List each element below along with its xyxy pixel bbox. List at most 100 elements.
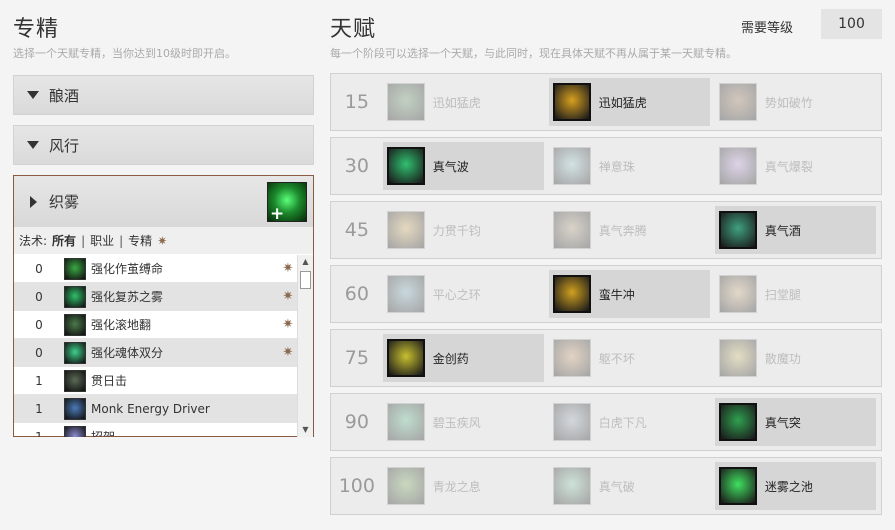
talent-icon — [718, 467, 757, 505]
talent-tier-row: 100 青龙之息 真气破 迷雾之池 — [330, 457, 882, 515]
talent-option[interactable]: 躯不坏 — [549, 334, 710, 382]
spell-level: 1 — [35, 373, 43, 388]
spec-item-label: 酿酒 — [49, 86, 80, 105]
talent-name: 真气爆裂 — [764, 159, 813, 174]
talent-option[interactable]: 金创药 — [382, 334, 544, 382]
talent-icon — [718, 275, 757, 313]
talent-tier-row: 45 力贯千钧 真气奔腾 真气酒 — [330, 201, 882, 259]
talent-icon — [386, 339, 425, 377]
talent-option[interactable]: 真气爆裂 — [715, 142, 876, 190]
talent-option[interactable]: 迷雾之池 — [714, 462, 876, 510]
talent-option[interactable]: 平心之环 — [383, 270, 544, 318]
spec-header-mistweaver[interactable]: 织雾 — [14, 176, 313, 227]
talent-icon — [718, 403, 757, 441]
spell-icon — [64, 257, 86, 280]
list-item[interactable]: 0 强化复苏之雾 ✷ — [14, 283, 297, 311]
talent-name: 禅意珠 — [598, 159, 635, 174]
talent-tier-row: 60 平心之环 蛮牛冲 扫堂腿 — [330, 265, 882, 323]
list-item[interactable]: 1 招架 — [14, 423, 297, 437]
talent-option[interactable]: 青龙之息 — [383, 462, 544, 510]
required-level-label: 需要等级 — [741, 21, 794, 36]
spell-icon — [64, 369, 86, 392]
list-item[interactable]: 0 强化滚地翻 ✷ — [14, 311, 297, 339]
spell-name: 贯日击 — [91, 374, 128, 388]
talent-icon — [552, 467, 591, 505]
talent-icon — [718, 211, 757, 249]
spec-item-mistweaver: 织雾 法术: 所有 | 职业 | 专精 ✷ 0 强化作茧缚命 ✷ 0 强化复苏之… — [13, 175, 314, 437]
spell-list-scrollbar[interactable]: ▲ ▼ — [297, 255, 313, 437]
talent-icon — [386, 275, 425, 313]
filter-class[interactable]: 职业 — [90, 232, 114, 249]
spell-name: Monk Energy Driver — [91, 401, 210, 416]
list-item[interactable]: 1 Monk Energy Driver — [14, 395, 297, 423]
talent-option[interactable]: 迅如猛虎 — [383, 78, 544, 126]
list-item[interactable]: 0 强化魂体双分 ✷ — [14, 339, 297, 367]
tier-level: 60 — [344, 283, 369, 305]
talent-name: 碧玉疾风 — [432, 415, 481, 430]
spec-star-icon: ✷ — [282, 317, 294, 332]
talent-option[interactable]: 迅如猛虎 — [548, 78, 710, 126]
tier-level: 100 — [338, 475, 375, 497]
talent-option[interactable]: 碧玉疾风 — [383, 398, 544, 446]
spell-name: 招架 — [91, 430, 116, 437]
spell-name: 强化魂体双分 — [91, 346, 164, 360]
talent-option[interactable]: 禅意珠 — [549, 142, 710, 190]
spell-icon — [64, 341, 86, 364]
spell-level: 0 — [35, 345, 43, 360]
spell-level: 0 — [35, 317, 43, 332]
talent-option[interactable]: 真气破 — [549, 462, 710, 510]
scroll-up-icon[interactable]: ▲ — [298, 255, 313, 269]
scroll-down-icon[interactable]: ▼ — [298, 423, 313, 437]
spell-name: 强化滚地翻 — [91, 318, 152, 332]
talent-icon — [386, 211, 425, 249]
spec-item-label: 风行 — [49, 136, 80, 155]
spec-title: 专精 — [13, 17, 60, 42]
talent-name: 迅如猛虎 — [432, 95, 481, 110]
spell-icon — [64, 425, 86, 437]
talent-icon — [718, 339, 757, 377]
list-item[interactable]: 0 强化作茧缚命 ✷ — [14, 255, 297, 283]
talent-name: 迷雾之池 — [764, 479, 813, 494]
talent-option[interactable]: 力贯千钧 — [383, 206, 544, 254]
talent-option[interactable]: 真气奔腾 — [549, 206, 710, 254]
spell-name: 强化作茧缚命 — [91, 262, 164, 276]
talent-option[interactable]: 真气酒 — [714, 206, 876, 254]
talent-name: 白虎下凡 — [598, 415, 647, 430]
talent-option[interactable]: 真气波 — [382, 142, 544, 190]
talent-option[interactable]: 散魔功 — [715, 334, 876, 382]
list-item[interactable]: 1 贯日击 — [14, 367, 297, 395]
collapse-arrow-icon — [27, 91, 39, 99]
tier-level: 75 — [344, 347, 369, 369]
talent-hint: 每一个阶段可以选择一个天赋，与此同时，现在具体天赋不再从属于某一天赋专精。 — [330, 47, 737, 60]
talent-name: 迅如猛虎 — [598, 95, 647, 110]
talent-name: 真气酒 — [764, 223, 801, 238]
filter-all[interactable]: 所有 — [52, 232, 76, 249]
talent-option[interactable]: 白虎下凡 — [549, 398, 710, 446]
tier-level: 90 — [344, 411, 369, 433]
talent-option[interactable]: 蛮牛冲 — [548, 270, 710, 318]
talent-option[interactable]: 扫堂腿 — [715, 270, 876, 318]
talent-icon — [552, 275, 591, 313]
mistweaver-spec-icon — [267, 182, 307, 224]
spell-icon — [64, 313, 86, 336]
spec-item-brewmaster[interactable]: 酿酒 — [13, 75, 314, 115]
talent-name: 真气破 — [598, 479, 635, 494]
scroll-thumb[interactable] — [300, 271, 311, 289]
filter-spec[interactable]: 专精 — [128, 232, 152, 249]
spell-name: 强化复苏之雾 — [91, 290, 164, 304]
tier-level: 15 — [344, 91, 369, 113]
talent-tier-row: 90 碧玉疾风 白虎下凡 真气突 — [330, 393, 882, 451]
spec-item-windwalker[interactable]: 风行 — [13, 125, 314, 165]
talent-icon — [552, 147, 591, 185]
talent-name: 蛮牛冲 — [598, 287, 635, 302]
talent-option[interactable]: 势如破竹 — [715, 78, 876, 126]
talent-name: 平心之环 — [432, 287, 481, 302]
talent-name: 扫堂腿 — [764, 287, 801, 302]
spell-filter-bar: 法术: 所有 | 职业 | 专精 ✷ — [14, 227, 313, 254]
talent-name: 散魔功 — [764, 351, 801, 366]
talent-icon — [552, 403, 591, 441]
talent-option[interactable]: 真气突 — [714, 398, 876, 446]
expand-arrow-icon — [30, 195, 37, 208]
required-level-input[interactable]: 100 — [821, 9, 882, 39]
talent-icon — [552, 339, 591, 377]
